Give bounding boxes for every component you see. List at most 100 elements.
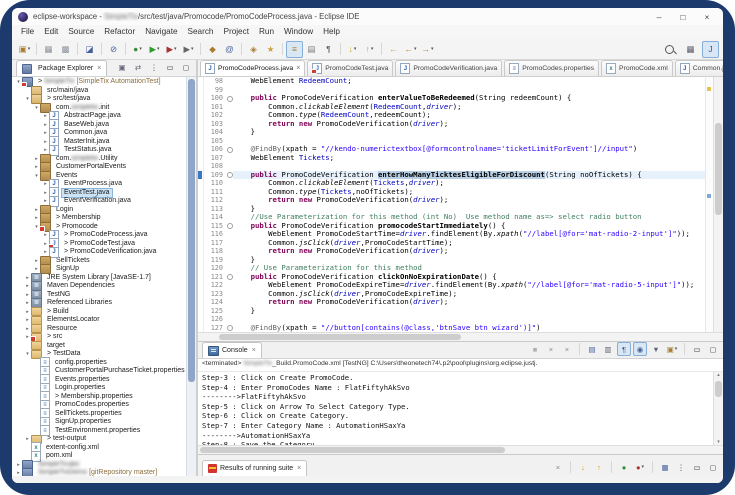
menu-item-run[interactable]: Run: [254, 25, 279, 39]
new-wizard-icon[interactable]: ▣▾: [16, 41, 33, 58]
tree-item[interactable]: ≡TestEnvironment.properties: [12, 427, 186, 436]
view-menu-icon[interactable]: ⋮: [674, 460, 688, 474]
editor-tab[interactable]: ≡PromoCodes.properties: [504, 60, 599, 76]
link-editor-icon[interactable]: ⇄: [131, 60, 145, 74]
open-perspective-icon[interactable]: ▦: [682, 41, 699, 58]
tree-expander-icon[interactable]: ▸: [24, 292, 31, 298]
tree-expander-icon[interactable]: ▸: [24, 317, 31, 323]
failed-tests-icon[interactable]: ●▾: [633, 460, 647, 474]
maximize-icon[interactable]: ◻: [706, 342, 720, 356]
tree-expander-icon[interactable]: ▸: [42, 249, 49, 255]
maximize-icon[interactable]: ◻: [179, 60, 193, 74]
code-line[interactable]: 115 public PromoCodeVerification promoco…: [204, 222, 705, 231]
tree-item[interactable]: ▸JTestStatus.java: [12, 146, 186, 155]
tree-expander-icon[interactable]: ▾: [24, 351, 31, 357]
editor-tab[interactable]: JPromoCodeVerification.java: [395, 60, 502, 76]
editor-tab[interactable]: JPromoCodeProcess.java×: [200, 60, 305, 76]
remove-launch-icon[interactable]: ×: [544, 342, 558, 356]
close-icon[interactable]: ×: [296, 65, 300, 72]
close-button[interactable]: ×: [697, 10, 717, 23]
fold-marker-icon[interactable]: [227, 147, 233, 153]
tree-item[interactable]: ▸J> PromoCodeProcess.java: [12, 231, 186, 240]
console-output[interactable]: Step-3 : Click on Create PromoCode.Step-…: [198, 372, 713, 445]
code-line[interactable]: 105: [204, 137, 705, 146]
tree-expander-icon[interactable]: ▸: [42, 190, 49, 196]
tree-expander-icon[interactable]: ▸: [42, 147, 49, 153]
tree-item[interactable]: ▸SellTickets: [12, 257, 186, 266]
open-console-icon[interactable]: ▣▾: [665, 342, 679, 356]
view-menu-icon[interactable]: ⋮: [147, 60, 161, 74]
tree-item[interactable]: ▸J> PromoCodeTest.java: [12, 240, 186, 249]
console-hscrollbar[interactable]: [198, 445, 723, 454]
console-vscrollbar[interactable]: ▴ ▾: [713, 372, 723, 445]
fold-marker-icon[interactable]: [227, 274, 233, 280]
code-line[interactable]: 123 Common.jsClick(driver,PromoCodeExpir…: [204, 290, 705, 299]
run-icon[interactable]: ▶▾: [146, 41, 163, 58]
tree-item[interactable]: ≡Events.properties: [12, 376, 186, 385]
tab-results[interactable]: Results of running suite ×: [202, 460, 307, 476]
code-line[interactable]: 108: [204, 162, 705, 171]
tree-expander-icon[interactable]: ▸: [24, 300, 31, 306]
tree-expander-icon[interactable]: ▸: [42, 122, 49, 128]
tree-expander-icon[interactable]: ▾: [33, 173, 40, 179]
code-line[interactable]: 107 WebElement Tickets;: [204, 154, 705, 163]
tree-item[interactable]: ▸SimpleTicabc: [12, 461, 186, 470]
debug-icon[interactable]: ●▾: [129, 41, 146, 58]
menu-item-file[interactable]: File: [16, 25, 39, 39]
skip-breakpoints-icon[interactable]: ⊘: [105, 41, 122, 58]
mark-occurrences-icon[interactable]: ≡: [286, 41, 303, 58]
code-line[interactable]: 102 Common.type(RedeemCount,redeemCount)…: [204, 111, 705, 120]
tree-item[interactable]: ▸JAbstractPage.java: [12, 112, 186, 121]
passed-tests-icon[interactable]: ●: [617, 460, 631, 474]
code-line[interactable]: 114 //Use Parameterization for this meth…: [204, 213, 705, 222]
fold-marker-icon[interactable]: [227, 96, 233, 102]
tree-scrollbar-thumb[interactable]: [188, 79, 195, 382]
tree-item[interactable]: ▾Events: [12, 172, 186, 181]
code-line[interactable]: 117 Common.jsClick(driver,PromoCodeStart…: [204, 239, 705, 248]
tree-expander-icon[interactable]: ▸: [15, 462, 22, 468]
tree-item[interactable]: ▸JCommon.java: [12, 129, 186, 138]
menu-item-project[interactable]: Project: [219, 25, 254, 39]
tree-item[interactable]: target: [12, 342, 186, 351]
tree-item[interactable]: ▸JEventVerification.java: [12, 197, 186, 206]
tree-expander-icon[interactable]: ▸: [33, 156, 40, 162]
tree-expander-icon[interactable]: ▸: [42, 232, 49, 238]
tree-item[interactable]: ▸J> PromoCodeVerification.java: [12, 248, 186, 257]
last-edit-location-icon[interactable]: ←: [385, 41, 402, 58]
menu-item-help[interactable]: Help: [318, 25, 345, 39]
close-icon[interactable]: ×: [97, 65, 101, 72]
tree-item[interactable]: ▸CustomerPortalEvents: [12, 163, 186, 172]
editor-vscrollbar-thumb[interactable]: [715, 123, 722, 215]
tree-item[interactable]: ▸JBaseWeb.java: [12, 121, 186, 130]
code-line[interactable]: 109 public PromoCodeVerification enterHo…: [204, 171, 705, 180]
javadoc-icon[interactable]: @: [221, 41, 238, 58]
word-wrap-icon[interactable]: ¶: [617, 342, 631, 356]
code-line[interactable]: 104 }: [204, 128, 705, 137]
scroll-lock-icon[interactable]: ▥: [601, 342, 615, 356]
tree-expander-icon[interactable]: ▾: [33, 105, 40, 111]
code-line[interactable]: 120 // Use Parameterization for this met…: [204, 264, 705, 273]
new-jar-icon[interactable]: ◆: [204, 41, 221, 58]
open-type-icon[interactable]: ◈: [245, 41, 262, 58]
code-line[interactable]: 106 @FindBy(xpath = "//kendo-numerictext…: [204, 145, 705, 154]
tree-expander-icon[interactable]: ▸: [42, 130, 49, 136]
save-icon[interactable]: ▦: [40, 41, 57, 58]
tab-package-explorer[interactable]: Package Explorer ×: [16, 60, 107, 76]
clear-results-icon[interactable]: ×: [551, 460, 565, 474]
code-editor[interactable]: 98 WebElement RedeemCount;99100 public P…: [198, 77, 723, 332]
tree-expander-icon[interactable]: ▸: [24, 275, 31, 281]
code-line[interactable]: 111 Common.type(Tickets,noOfTickets);: [204, 188, 705, 197]
profile-icon[interactable]: ▶▾: [180, 41, 197, 58]
menu-item-refactor[interactable]: Refactor: [99, 25, 140, 39]
menu-item-source[interactable]: Source: [63, 25, 99, 39]
code-line[interactable]: 127 @FindBy(xpath = "//button[contains(@…: [204, 324, 705, 333]
tree-item[interactable]: ▸com.simpletix.Utility: [12, 155, 186, 164]
tree-item[interactable]: ▸> src: [12, 333, 186, 342]
minimize-button[interactable]: –: [649, 10, 669, 23]
tree-item[interactable]: ▾com.simpletix.init: [12, 104, 186, 113]
tree-expander-icon[interactable]: ▸: [33, 207, 40, 213]
code-line[interactable]: 112 return new PromoCodeVerification(dri…: [204, 196, 705, 205]
menu-item-window[interactable]: Window: [279, 25, 318, 39]
close-icon[interactable]: ×: [252, 347, 256, 354]
code-line[interactable]: 126: [204, 315, 705, 324]
